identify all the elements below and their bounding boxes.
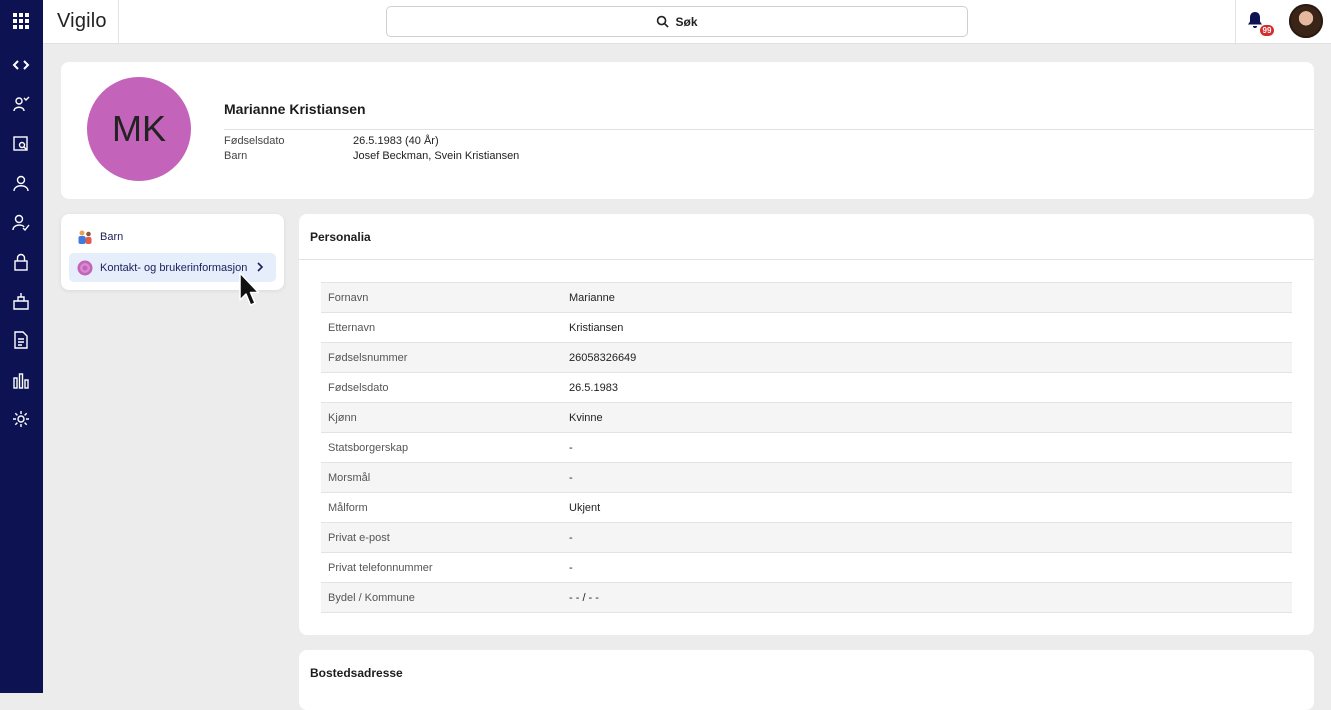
table-row: Privat e-post - (321, 522, 1292, 552)
divider (1235, 0, 1236, 43)
menu-item-label: Barn (100, 230, 124, 243)
row-label: Fødselsnummer (328, 352, 408, 364)
row-value: - (569, 562, 573, 574)
row-value: 26058326649 (569, 352, 637, 364)
divider (118, 0, 119, 43)
app-grid-icon[interactable] (8, 8, 34, 34)
table-row: Etternavn Kristiansen (321, 312, 1292, 342)
profile-card: MK Marianne Kristiansen Fødselsdato 26.5… (61, 62, 1314, 199)
user-avatar[interactable] (1289, 4, 1323, 38)
person-check-icon[interactable] (8, 209, 34, 235)
table-row: Bydel / Kommune - - / - - (321, 582, 1292, 613)
row-value: Ukjent (569, 502, 601, 514)
row-value: Kristiansen (569, 322, 624, 334)
menu-item-barn[interactable]: Barn (69, 222, 276, 251)
section-title: Bostedsadresse (310, 666, 403, 680)
row-value: - - / - - (569, 592, 599, 604)
search-people-icon[interactable] (8, 131, 34, 157)
row-value: Kvinne (569, 412, 603, 424)
left-nav-rail (0, 0, 43, 693)
table-row: Fødselsdato 26.5.1983 (321, 372, 1292, 402)
school-icon[interactable] (8, 288, 34, 314)
people-activity-icon[interactable] (8, 91, 34, 117)
birthdate-label: Fødselsdato (224, 135, 285, 147)
person-icon[interactable] (8, 170, 34, 196)
divider (299, 259, 1314, 260)
search-label: Søk (675, 14, 698, 29)
table-row: Fødselsnummer 26058326649 (321, 342, 1292, 372)
row-value: 26.5.1983 (569, 382, 618, 394)
profile-menu: Barn Kontakt- og brukerinformasjon (61, 214, 284, 290)
user-avatar-icon (77, 260, 93, 276)
children-icon (77, 229, 93, 245)
row-label: Fornavn (328, 292, 369, 304)
lock-icon[interactable] (8, 249, 34, 275)
row-value: - (569, 442, 573, 454)
row-label: Morsmål (328, 472, 371, 484)
table-row: Målform Ukjent (321, 492, 1292, 522)
bar-chart-icon[interactable] (8, 367, 34, 393)
document-icon[interactable] (8, 327, 34, 353)
profile-name: Marianne Kristiansen (224, 101, 366, 117)
table-row: Statsborgerskap - (321, 432, 1292, 462)
gear-icon[interactable] (8, 406, 34, 432)
children-label: Barn (224, 150, 248, 162)
table-row: Kjønn Kvinne (321, 402, 1292, 432)
row-label: Statsborgerskap (328, 442, 409, 454)
search-icon (657, 15, 670, 28)
notification-count-badge: 99 (1260, 25, 1274, 36)
divider (224, 129, 1314, 130)
table-row: Fornavn Marianne (321, 282, 1292, 312)
table-row: Privat telefonnummer - (321, 552, 1292, 582)
row-value: - (569, 472, 573, 484)
row-value: Marianne (569, 292, 615, 304)
section-title: Personalia (310, 230, 371, 244)
row-label: Kjønn (328, 412, 357, 424)
bostedsadresse-card: Bostedsadresse (299, 650, 1314, 710)
personalia-card: Personalia Fornavn Marianne Etternavn Kris… (299, 214, 1314, 635)
menu-item-label: Kontakt- og brukerinformasjon (100, 261, 248, 274)
row-label: Fødselsdato (328, 382, 389, 394)
chevron-right-icon (257, 262, 264, 272)
row-label: Privat e-post (328, 532, 390, 544)
profile-avatar: MK (87, 77, 191, 181)
brand-logo[interactable]: Vigilo (57, 10, 107, 33)
table-row: Morsmål - (321, 462, 1292, 492)
row-label: Målform (328, 502, 368, 514)
personalia-table: Fornavn Marianne Etternavn Kristiansen Fød… (321, 282, 1292, 613)
row-label: Etternavn (328, 322, 376, 334)
row-label: Bydel / Kommune (328, 592, 415, 604)
collapse-toggle-icon[interactable] (8, 52, 34, 78)
menu-item-kontakt-brukerinformasjon[interactable]: Kontakt- og brukerinformasjon (69, 253, 276, 282)
children-value: Josef Beckman, Svein Kristiansen (353, 150, 520, 162)
search-bar[interactable]: Søk (386, 6, 968, 37)
row-label: Privat telefonnummer (328, 562, 433, 574)
birthdate-value: 26.5.1983 (40 År) (353, 135, 439, 147)
top-bar: Vigilo Søk 99 (43, 0, 1331, 44)
row-value: - (569, 532, 573, 544)
